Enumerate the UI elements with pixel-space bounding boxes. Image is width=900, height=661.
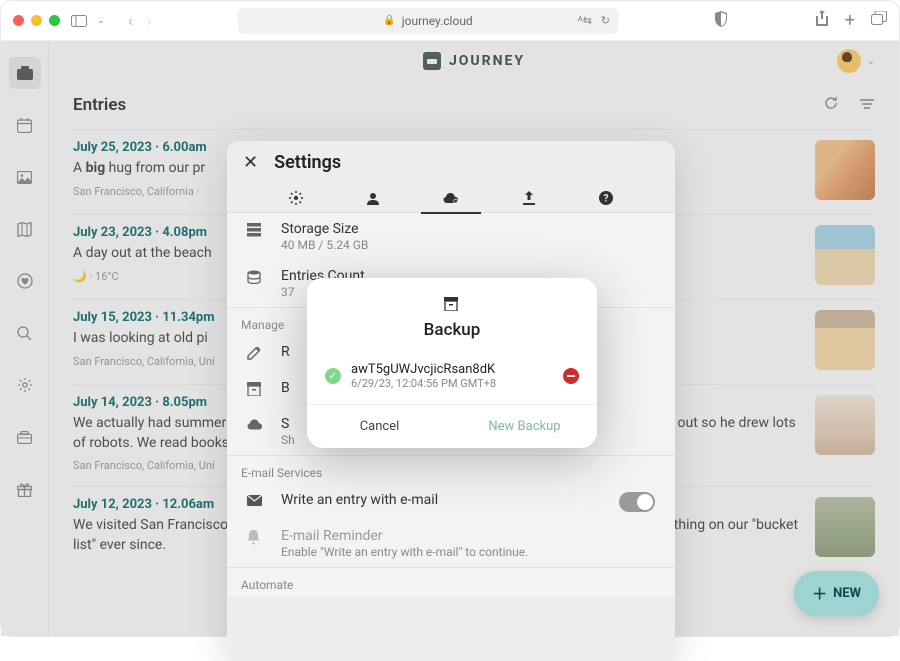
bell-icon — [247, 530, 265, 549]
window-controls — [13, 15, 60, 26]
email-reminder-row[interactable]: E-mail Reminder Enable "Write an entry w… — [227, 520, 675, 567]
plus-icon: ＋ — [812, 583, 827, 604]
forward-icon[interactable]: › — [147, 11, 152, 30]
maximize-window-icon[interactable] — [49, 15, 60, 26]
write-email-row[interactable]: Write an entry with e-mail — [227, 484, 675, 520]
edit-icon — [247, 346, 265, 364]
lock-icon: 🔒 — [383, 15, 395, 26]
entry-thumbnail — [815, 395, 875, 455]
journey-logo-icon — [423, 52, 441, 70]
translate-icon[interactable]: ᴬ⇆ — [578, 14, 592, 27]
cancel-button[interactable]: Cancel — [307, 405, 452, 448]
delete-backup-icon[interactable] — [563, 368, 579, 384]
rail-map-icon[interactable] — [9, 213, 41, 245]
rail-wellness-icon[interactable] — [9, 265, 41, 297]
database-icon — [247, 270, 265, 288]
archive-icon — [247, 382, 265, 400]
sync-icon[interactable] — [823, 95, 839, 115]
settings-title: Settings — [274, 152, 341, 173]
sidebar-icon[interactable] — [70, 12, 88, 30]
tabs-icon[interactable] — [871, 10, 887, 31]
storage-size-value: 40 MB / 5.24 GB — [281, 238, 655, 252]
rail-plugins-icon[interactable] — [9, 421, 41, 453]
storage-size-label: Storage Size — [281, 221, 655, 237]
archive-icon — [444, 296, 460, 312]
close-window-icon[interactable] — [13, 15, 24, 26]
refresh-icon[interactable]: ↻ — [601, 14, 610, 27]
backup-timestamp: 6/29/23, 12:04:56 PM GMT+8 — [351, 377, 553, 390]
new-backup-button[interactable]: New Backup — [452, 405, 597, 448]
backup-dialog: Backup ✓ awT5gUWJvcjicRsan8dK 6/29/23, 1… — [307, 278, 597, 448]
rail-search-icon[interactable] — [9, 317, 41, 349]
backup-id: awT5gUWJvcjicRsan8dK — [351, 362, 553, 377]
backup-title: Backup — [424, 320, 481, 340]
moon-icon: 🌙 — [73, 270, 87, 283]
chevron-down-icon: ⌄ — [867, 56, 875, 67]
tab-export[interactable] — [509, 183, 549, 213]
entry-thumbnail — [815, 140, 875, 200]
address-bar[interactable]: 🔒 journey.cloud ᴬ⇆ ↻ — [238, 8, 618, 34]
email-services-heading: E-mail Services — [227, 455, 675, 484]
avatar-icon — [837, 49, 861, 73]
sort-icon[interactable] — [859, 95, 875, 115]
share-icon[interactable] — [815, 10, 829, 31]
url-text: journey.cloud — [402, 14, 473, 28]
privacy-shield-icon[interactable] — [714, 11, 728, 31]
tab-help[interactable]: ? — [586, 183, 626, 213]
tab-general[interactable] — [276, 183, 316, 213]
backup-item: ✓ awT5gUWJvcjicRsan8dK 6/29/23, 12:04:56… — [307, 354, 597, 404]
close-icon[interactable]: ✕ — [243, 152, 258, 173]
rail-media-icon[interactable] — [9, 161, 41, 193]
cloud-sync-icon — [247, 418, 265, 434]
tab-cloud[interactable] — [431, 183, 471, 213]
entry-thumbnail — [815, 310, 875, 370]
automate-heading: Automate — [227, 567, 675, 596]
chevron-down-icon[interactable]: ⌄ — [92, 12, 110, 30]
rail-calendar-icon[interactable] — [9, 109, 41, 141]
mail-icon — [247, 494, 265, 510]
entry-thumbnail — [815, 497, 875, 557]
entry-thumbnail — [815, 225, 875, 285]
svg-text:?: ? — [604, 193, 609, 204]
rail-gift-icon[interactable] — [9, 473, 41, 505]
minimize-window-icon[interactable] — [31, 15, 42, 26]
rail-entries-icon[interactable] — [9, 57, 41, 89]
entries-heading: Entries — [73, 95, 126, 115]
user-menu[interactable]: ⌄ — [837, 49, 875, 73]
new-tab-icon[interactable]: + — [845, 10, 855, 31]
rail-settings-icon[interactable] — [9, 369, 41, 401]
check-icon: ✓ — [325, 368, 341, 384]
browser-toolbar: ⌄ ‹ › 🔒 journey.cloud ᴬ⇆ ↻ + — [1, 1, 899, 41]
new-entry-button[interactable]: ＋ NEW — [794, 571, 879, 616]
tab-account[interactable] — [353, 183, 393, 213]
app-brand: JOURNEY — [449, 53, 525, 69]
write-email-toggle[interactable] — [619, 492, 655, 512]
left-nav-rail — [1, 41, 49, 636]
storage-icon — [247, 223, 265, 241]
back-icon[interactable]: ‹ — [128, 11, 133, 30]
